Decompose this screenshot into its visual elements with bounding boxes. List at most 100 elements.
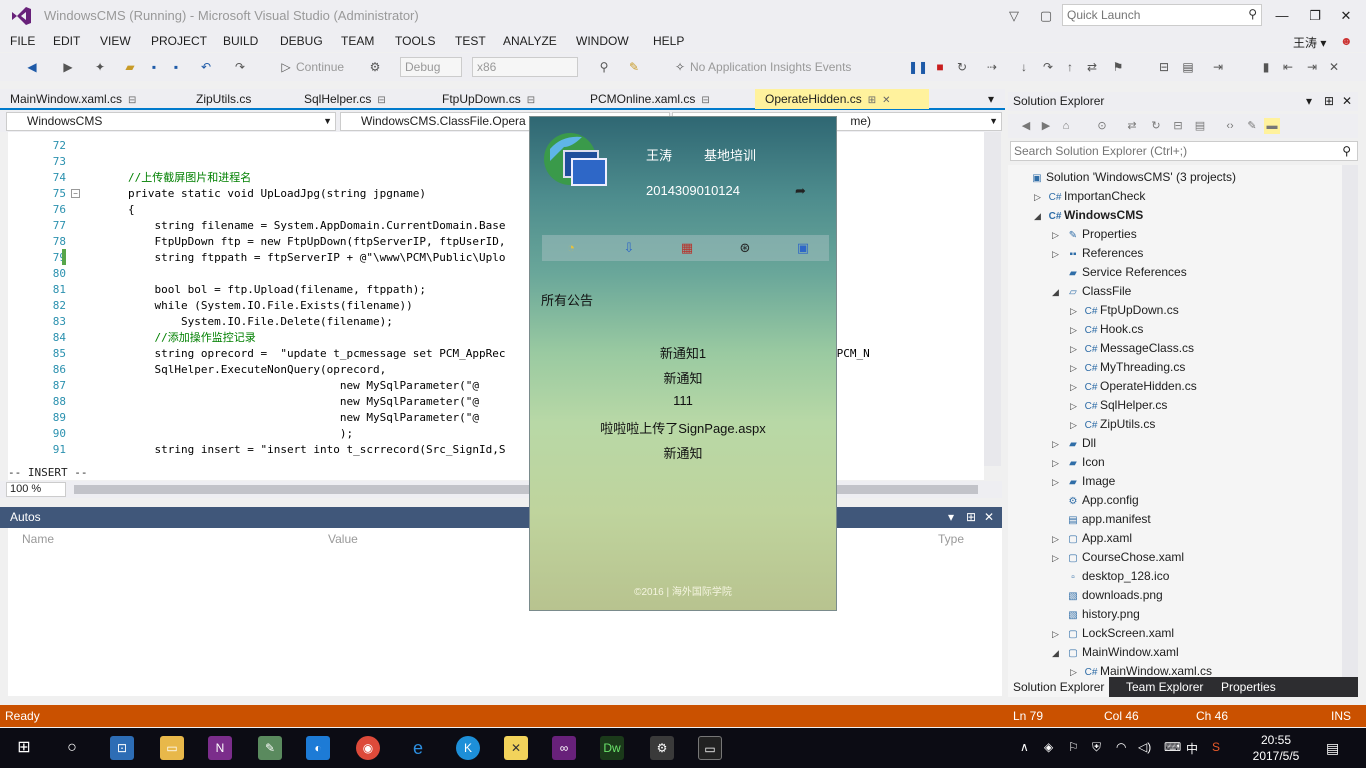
indent-icon[interactable]: ⇥ bbox=[1210, 59, 1226, 75]
tree-item[interactable]: ▷ ▢ LockScreen.xaml bbox=[1052, 624, 1174, 643]
console-icon[interactable]: ▭ bbox=[698, 736, 722, 760]
step-into-icon[interactable]: ↓ bbox=[1016, 59, 1032, 75]
tree-item[interactable]: ▧ history.png bbox=[1052, 605, 1140, 624]
preview-icon[interactable]: ▬ bbox=[1264, 118, 1280, 134]
tool-app-icon[interactable]: ⚙ bbox=[650, 736, 674, 760]
history-icon[interactable]: ◔ bbox=[562, 239, 580, 257]
tree-item[interactable]: ◢ ▱ ClassFile bbox=[1052, 282, 1131, 301]
exception-icon[interactable]: ⚑ bbox=[1110, 59, 1126, 75]
feedback-smiley-icon[interactable]: ☻ bbox=[1340, 34, 1353, 48]
action-center-icon[interactable]: ▤ bbox=[1326, 740, 1339, 757]
k-app-icon[interactable]: K bbox=[456, 736, 480, 760]
find-icon[interactable]: ⚲ bbox=[596, 59, 612, 75]
announcement-item[interactable]: 啦啦啦上传了SignPage.aspx bbox=[530, 418, 836, 437]
tab-solution-explorer[interactable]: Solution Explorer bbox=[1008, 677, 1110, 697]
configuration-select[interactable]: Debug bbox=[400, 57, 462, 77]
panel-menu-icon[interactable]: ▾ bbox=[1306, 92, 1312, 111]
tree-item[interactable]: ▷ ▰ Image bbox=[1052, 472, 1115, 491]
bookmark-icon[interactable]: ▮ bbox=[1258, 59, 1274, 75]
system-clock[interactable]: 20:55 2017/5/5 bbox=[1246, 732, 1306, 764]
application-insights-dropdown[interactable]: No Application Insights Events bbox=[690, 60, 851, 74]
view-code-icon[interactable]: ‹› bbox=[1222, 118, 1238, 134]
collapse-all-icon[interactable]: ⊟ bbox=[1170, 118, 1186, 134]
visual-studio-icon[interactable]: ∞ bbox=[552, 736, 576, 760]
menu-project[interactable]: PROJECT bbox=[151, 34, 207, 48]
panel-menu-icon[interactable]: ▾ bbox=[948, 507, 954, 528]
insights-icon[interactable]: ✧ bbox=[672, 59, 688, 75]
project-dropdown[interactable]: WindowsCMS ▼ bbox=[6, 112, 336, 131]
announcement-item[interactable]: 新通知 bbox=[530, 443, 836, 462]
tray-expand-icon[interactable]: ∧ bbox=[1020, 740, 1029, 754]
attach-icon[interactable]: ⚙ bbox=[367, 59, 383, 75]
search-icon[interactable]: ⚲ bbox=[1248, 7, 1257, 21]
platform-select[interactable]: x86 bbox=[472, 57, 578, 77]
download-icon[interactable]: ⇩ bbox=[620, 239, 638, 257]
expand-arrow-icon[interactable]: ▷ bbox=[1052, 454, 1064, 473]
tree-item[interactable]: ▷ ▢ CourseChose.xaml bbox=[1052, 548, 1184, 567]
menu-build[interactable]: BUILD bbox=[223, 34, 258, 48]
expand-arrow-icon[interactable]: ◢ bbox=[1052, 644, 1064, 663]
pin-icon[interactable]: ⊞ bbox=[966, 507, 976, 528]
tab-mainwindow-xaml-cs[interactable]: MainWindow.xaml.cs ⊟ bbox=[0, 89, 160, 109]
comment-icon[interactable]: ▤ bbox=[1180, 59, 1196, 75]
close-icon[interactable]: ✕ bbox=[984, 507, 994, 528]
xmind-icon[interactable]: ✕ bbox=[504, 736, 528, 760]
ime-app-icon[interactable]: S bbox=[1212, 740, 1220, 754]
menu-team[interactable]: TEAM bbox=[341, 34, 374, 48]
restart-icon[interactable]: ↻ bbox=[954, 59, 970, 75]
menu-analyze[interactable]: ANALYZE bbox=[503, 34, 557, 48]
column-header-value[interactable]: Value bbox=[328, 532, 358, 546]
tray-security-icon[interactable]: ⚐ bbox=[1068, 740, 1079, 754]
tree-item[interactable]: ▧ downloads.png bbox=[1052, 586, 1162, 605]
tree-item[interactable]: ▷ C# MainWindow.xaml.cs bbox=[1070, 662, 1212, 677]
close-tab-icon[interactable]: ✕ bbox=[882, 95, 890, 106]
tree-item[interactable]: ▷ C# FtpUpDown.cs bbox=[1070, 301, 1179, 320]
tree-item[interactable]: ▤ app.manifest bbox=[1052, 510, 1150, 529]
editor-horizontal-scrollbar[interactable] bbox=[74, 485, 978, 494]
collapse-toggle-icon[interactable]: − bbox=[71, 189, 80, 198]
quick-launch-input[interactable] bbox=[1063, 5, 1233, 25]
solution-search-input[interactable] bbox=[1011, 142, 1331, 160]
network-app-icon[interactable]: ⊡ bbox=[110, 736, 134, 760]
history-icon[interactable]: ⊙ bbox=[1094, 118, 1110, 134]
menu-help[interactable]: HELP bbox=[653, 34, 684, 48]
expand-arrow-icon[interactable]: ▷ bbox=[1070, 359, 1082, 378]
undo-icon[interactable]: ↶ bbox=[198, 59, 214, 75]
expand-arrow-icon[interactable]: ▷ bbox=[1070, 302, 1082, 321]
calendar-icon[interactable]: ▦ bbox=[678, 239, 696, 257]
tree-item[interactable]: ▷ C# Hook.cs bbox=[1070, 320, 1143, 339]
editor-vertical-scrollbar[interactable] bbox=[984, 132, 1001, 466]
tab-pcmonline-xaml-cs[interactable]: PCMOnline.xaml.cs ⊟ bbox=[580, 89, 730, 109]
bookmark-clear-icon[interactable]: ✕ bbox=[1326, 59, 1342, 75]
expand-arrow-icon[interactable]: ▷ bbox=[1052, 245, 1064, 264]
expand-arrow-icon[interactable]: ▷ bbox=[1070, 663, 1082, 677]
expand-arrow-icon[interactable]: ▷ bbox=[1070, 378, 1082, 397]
continue-button[interactable]: Continue bbox=[296, 60, 344, 74]
expand-arrow-icon[interactable]: ▷ bbox=[1070, 397, 1082, 416]
expand-arrow-icon[interactable]: ◢ bbox=[1052, 283, 1064, 302]
tree-item[interactable]: ▷ C# ZipUtils.cs bbox=[1070, 415, 1155, 434]
tools-icon[interactable]: ✎ bbox=[626, 59, 642, 75]
tree-item[interactable]: ▫ desktop_128.ico bbox=[1052, 567, 1169, 586]
refresh-icon[interactable]: ↻ bbox=[1148, 118, 1164, 134]
tab-team-explorer[interactable]: Team Explorer bbox=[1121, 677, 1208, 697]
volume-icon[interactable]: ◁) bbox=[1138, 740, 1151, 754]
save-icon[interactable]: ▪ bbox=[146, 59, 162, 75]
file-explorer-icon[interactable]: ▭ bbox=[160, 736, 184, 760]
expand-arrow-icon[interactable]: ▷ bbox=[1052, 530, 1064, 549]
edge-icon[interactable]: e bbox=[406, 736, 430, 760]
bookmark-prev-icon[interactable]: ⇤ bbox=[1280, 59, 1296, 75]
tree-item[interactable]: ▣ Solution 'WindowsCMS' (3 projects) bbox=[1016, 168, 1236, 187]
tab-ftpupdown-cs[interactable]: FtpUpDown.cs ⊟ bbox=[432, 89, 562, 109]
chrome-icon[interactable]: ◉ bbox=[356, 736, 380, 760]
new-project-icon[interactable]: ✦ bbox=[92, 59, 108, 75]
cortana-icon[interactable]: ○ bbox=[60, 736, 84, 760]
tree-item[interactable]: ◢ C# WindowsCMS bbox=[1034, 206, 1143, 225]
wifi-icon[interactable]: ◠ bbox=[1116, 740, 1126, 754]
tree-item[interactable]: ▷ C# MessageClass.cs bbox=[1070, 339, 1194, 358]
tree-item[interactable]: ▷ ✎ Properties bbox=[1052, 225, 1137, 244]
tree-item[interactable]: ▷ ▰ Icon bbox=[1052, 453, 1105, 472]
menu-test[interactable]: TEST bbox=[455, 34, 486, 48]
logout-icon[interactable]: ➦ bbox=[795, 183, 806, 199]
announcement-item[interactable]: 新通知1 bbox=[530, 343, 836, 362]
